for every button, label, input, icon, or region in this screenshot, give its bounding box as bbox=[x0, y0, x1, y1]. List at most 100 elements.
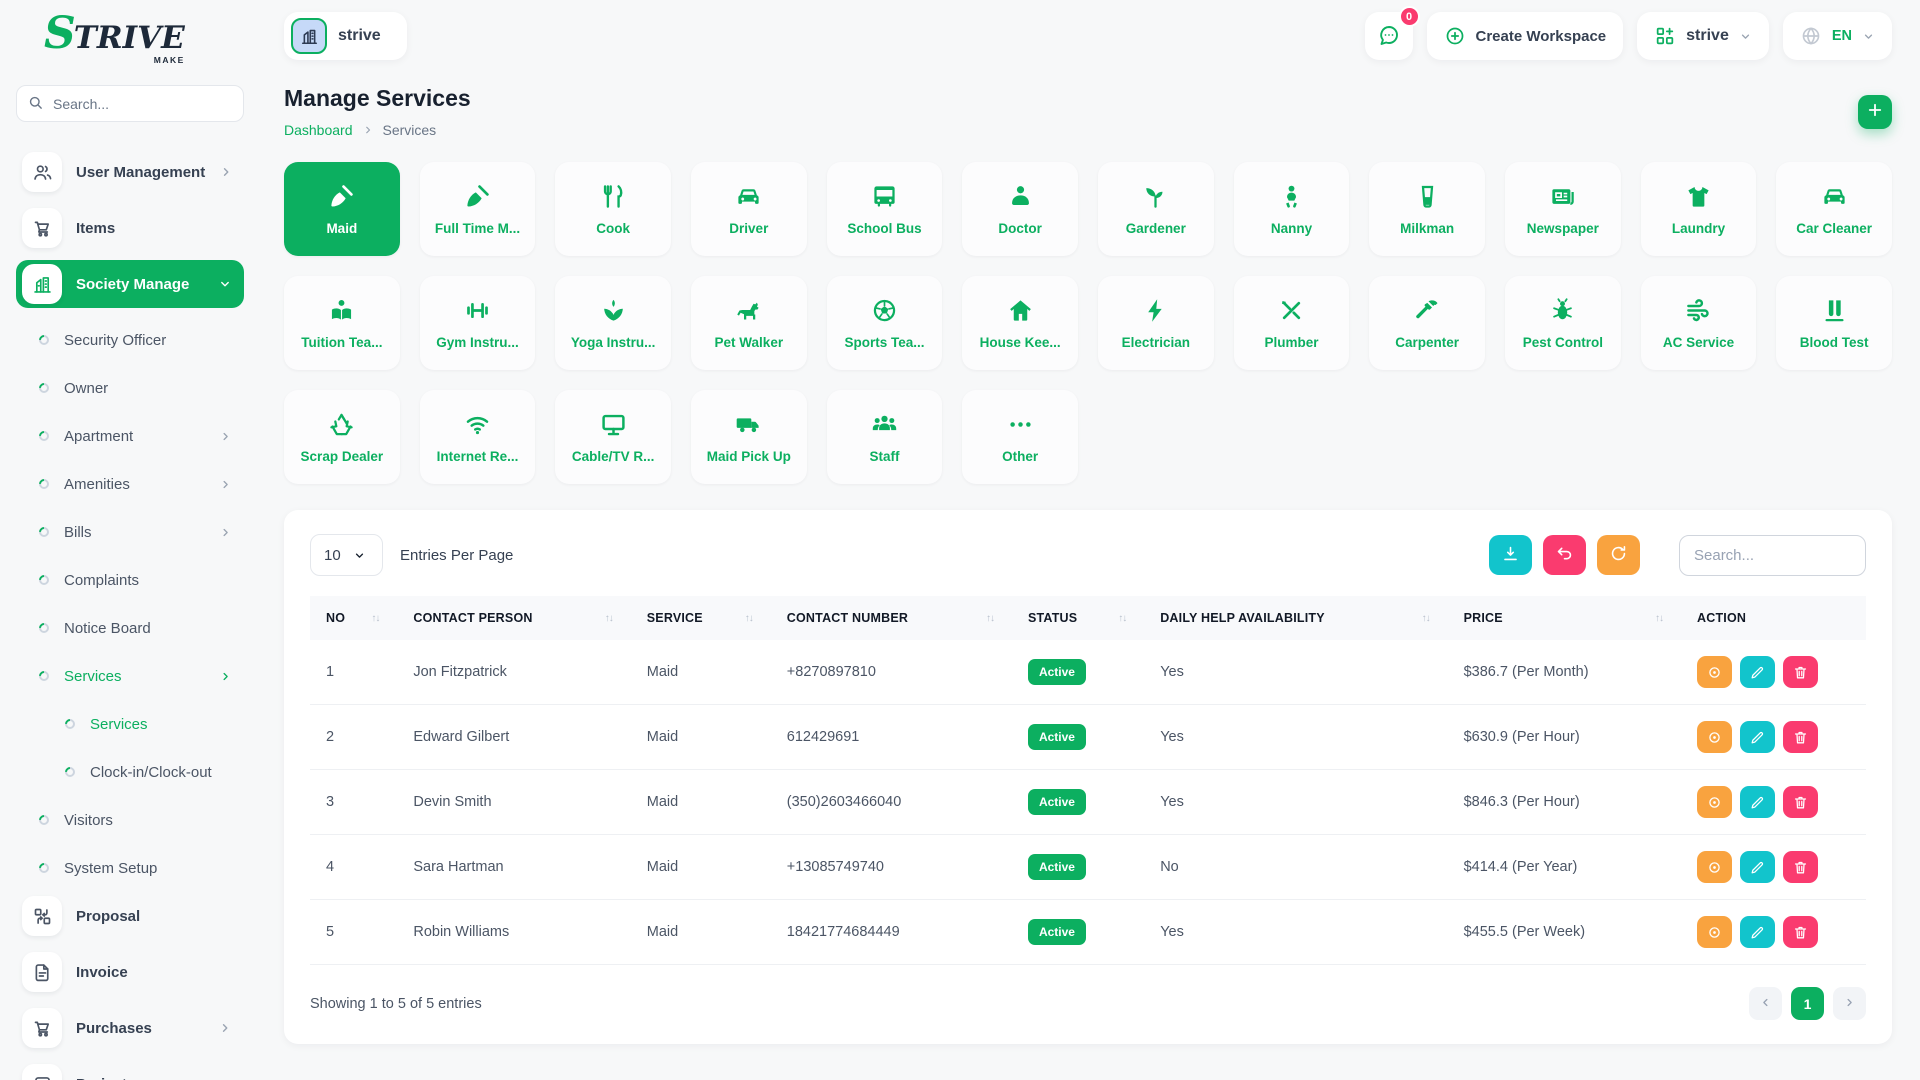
service-tile-gardener[interactable]: Gardener bbox=[1098, 162, 1214, 256]
sidebar-item-system-setup[interactable]: System Setup bbox=[16, 844, 244, 892]
column-header-daily-help-availability[interactable]: DAILY HELP AVAILABILITY↑↓ bbox=[1150, 596, 1453, 640]
service-tile-house-kee[interactable]: House Kee... bbox=[962, 276, 1078, 370]
refresh-button[interactable] bbox=[1597, 535, 1640, 575]
messages-button[interactable]: 0 bbox=[1365, 12, 1413, 60]
chevron-right-icon bbox=[1843, 996, 1856, 1012]
chevron-right-icon bbox=[219, 670, 232, 683]
workspace-dropdown[interactable]: strive bbox=[1637, 12, 1769, 60]
sidebar-item-proposal[interactable]: Proposal bbox=[16, 892, 244, 940]
sidebar-item-complaints[interactable]: Complaints bbox=[16, 556, 244, 604]
sidebar-item-invoice[interactable]: Invoice bbox=[16, 948, 244, 996]
service-tile-label: Tuition Tea... bbox=[296, 335, 387, 350]
sidebar-item-notice-board[interactable]: Notice Board bbox=[16, 604, 244, 652]
service-tile-school-bus[interactable]: School Bus bbox=[827, 162, 943, 256]
service-tile-cable-tv-r[interactable]: Cable/TV R... bbox=[555, 390, 671, 484]
sidebar-item-amenities[interactable]: Amenities bbox=[16, 460, 244, 508]
service-tile-sports-tea[interactable]: Sports Tea... bbox=[827, 276, 943, 370]
service-tile-gym-instru[interactable]: Gym Instru... bbox=[420, 276, 536, 370]
service-tile-ac-service[interactable]: AC Service bbox=[1641, 276, 1757, 370]
sidebar-item-visitors[interactable]: Visitors bbox=[16, 796, 244, 844]
add-service-button[interactable] bbox=[1858, 95, 1892, 129]
column-header-contact-person[interactable]: CONTACT PERSON↑↓ bbox=[403, 596, 636, 640]
delete-button[interactable] bbox=[1783, 851, 1818, 883]
sidebar-search-input[interactable] bbox=[16, 85, 244, 122]
breadcrumb-dashboard-link[interactable]: Dashboard bbox=[284, 122, 353, 138]
edit-button[interactable] bbox=[1740, 916, 1775, 948]
prev-page-button[interactable] bbox=[1749, 987, 1782, 1020]
service-tile-yoga-instru[interactable]: Yoga Instru... bbox=[555, 276, 671, 370]
delete-button[interactable] bbox=[1783, 916, 1818, 948]
service-tile-doctor[interactable]: Doctor bbox=[962, 162, 1078, 256]
column-header-contact-number[interactable]: CONTACT NUMBER↑↓ bbox=[777, 596, 1018, 640]
milk-glass-icon bbox=[1414, 183, 1441, 210]
service-tile-milkman[interactable]: Milkman bbox=[1369, 162, 1485, 256]
view-button[interactable] bbox=[1697, 721, 1732, 753]
service-tile-newspaper[interactable]: Newspaper bbox=[1505, 162, 1621, 256]
sidebar-item-owner[interactable]: Owner bbox=[16, 364, 244, 412]
sidebar-item-society-manage[interactable]: Society Manage bbox=[16, 260, 244, 308]
view-button[interactable] bbox=[1697, 786, 1732, 818]
next-page-button[interactable] bbox=[1833, 987, 1866, 1020]
create-workspace-button[interactable]: Create Workspace bbox=[1427, 12, 1624, 60]
service-tile-blood-test[interactable]: Blood Test bbox=[1776, 276, 1892, 370]
service-tile-tuition-tea[interactable]: Tuition Tea... bbox=[284, 276, 400, 370]
delete-button[interactable] bbox=[1783, 656, 1818, 688]
sidebar-item-apartment[interactable]: Apartment bbox=[16, 412, 244, 460]
column-header-status[interactable]: STATUS↑↓ bbox=[1018, 596, 1150, 640]
service-tile-electrician[interactable]: Electrician bbox=[1098, 276, 1214, 370]
column-header-service[interactable]: SERVICE↑↓ bbox=[637, 596, 777, 640]
page-1-button[interactable]: 1 bbox=[1791, 987, 1824, 1020]
service-tile-plumber[interactable]: Plumber bbox=[1234, 276, 1350, 370]
service-tile-pest-control[interactable]: Pest Control bbox=[1505, 276, 1621, 370]
service-tile-maid[interactable]: Maid bbox=[284, 162, 400, 256]
language-dropdown[interactable]: EN bbox=[1783, 12, 1892, 60]
column-header-no[interactable]: NO↑↓ bbox=[310, 596, 403, 640]
view-button[interactable] bbox=[1697, 656, 1732, 688]
edit-button[interactable] bbox=[1740, 656, 1775, 688]
service-tile-nanny[interactable]: Nanny bbox=[1234, 162, 1350, 256]
delete-button[interactable] bbox=[1783, 721, 1818, 753]
download-icon bbox=[1501, 544, 1520, 566]
edit-button[interactable] bbox=[1740, 851, 1775, 883]
column-header-price[interactable]: PRICE↑↓ bbox=[1454, 596, 1687, 640]
service-tile-driver[interactable]: Driver bbox=[691, 162, 807, 256]
sidebar-item-services[interactable]: Services bbox=[16, 700, 244, 748]
edit-button[interactable] bbox=[1740, 786, 1775, 818]
workspace-chip[interactable]: strive bbox=[284, 12, 407, 60]
undo-button[interactable] bbox=[1543, 535, 1586, 575]
service-tile-maid-pick-up[interactable]: Maid Pick Up bbox=[691, 390, 807, 484]
table-row: 4Sara HartmanMaid+13085749740ActiveNo$41… bbox=[310, 835, 1866, 900]
delete-button[interactable] bbox=[1783, 786, 1818, 818]
table-row: 1Jon FitzpatrickMaid+8270897810ActiveYes… bbox=[310, 640, 1866, 705]
cell-contact-number: +13085749740 bbox=[777, 835, 1018, 900]
sidebar-item-bills[interactable]: Bills bbox=[16, 508, 244, 556]
view-button[interactable] bbox=[1697, 851, 1732, 883]
sidebar-item-security-officer[interactable]: Security Officer bbox=[16, 316, 244, 364]
edit-button[interactable] bbox=[1740, 721, 1775, 753]
vials-icon bbox=[1821, 297, 1848, 324]
service-tile-carpenter[interactable]: Carpenter bbox=[1369, 276, 1485, 370]
service-tile-full-time-m[interactable]: Full Time M... bbox=[420, 162, 536, 256]
service-tile-cook[interactable]: Cook bbox=[555, 162, 671, 256]
sidebar-item-items[interactable]: Items bbox=[16, 204, 244, 252]
service-tile-pet-walker[interactable]: Pet Walker bbox=[691, 276, 807, 370]
entries-per-page-select[interactable]: 10 bbox=[310, 534, 383, 576]
service-tile-other[interactable]: Other bbox=[962, 390, 1078, 484]
sidebar-item-purchases[interactable]: Purchases bbox=[16, 1004, 244, 1052]
export-download-button[interactable] bbox=[1489, 535, 1532, 575]
sidebar-item-user-management[interactable]: User Management bbox=[16, 148, 244, 196]
service-tile-staff[interactable]: Staff bbox=[827, 390, 943, 484]
service-tile-internet-re[interactable]: Internet Re... bbox=[420, 390, 536, 484]
sidebar-item-projects[interactable]: Projects bbox=[16, 1060, 244, 1080]
table-search-input[interactable] bbox=[1679, 535, 1866, 576]
service-tile-scrap-dealer[interactable]: Scrap Dealer bbox=[284, 390, 400, 484]
app-root: STRIVE MAKE User Management Items Society … bbox=[0, 0, 1920, 1080]
cell-service: Maid bbox=[637, 835, 777, 900]
brand-logo[interactable]: STRIVE MAKE bbox=[44, 14, 185, 65]
service-tile-laundry[interactable]: Laundry bbox=[1641, 162, 1757, 256]
sidebar-item-clock-in-clock-out[interactable]: Clock-in/Clock-out bbox=[16, 748, 244, 796]
column-header-action: ACTION bbox=[1687, 596, 1866, 640]
view-button[interactable] bbox=[1697, 916, 1732, 948]
service-tile-car-cleaner[interactable]: Car Cleaner bbox=[1776, 162, 1892, 256]
sidebar-item-services[interactable]: Services bbox=[16, 652, 244, 700]
